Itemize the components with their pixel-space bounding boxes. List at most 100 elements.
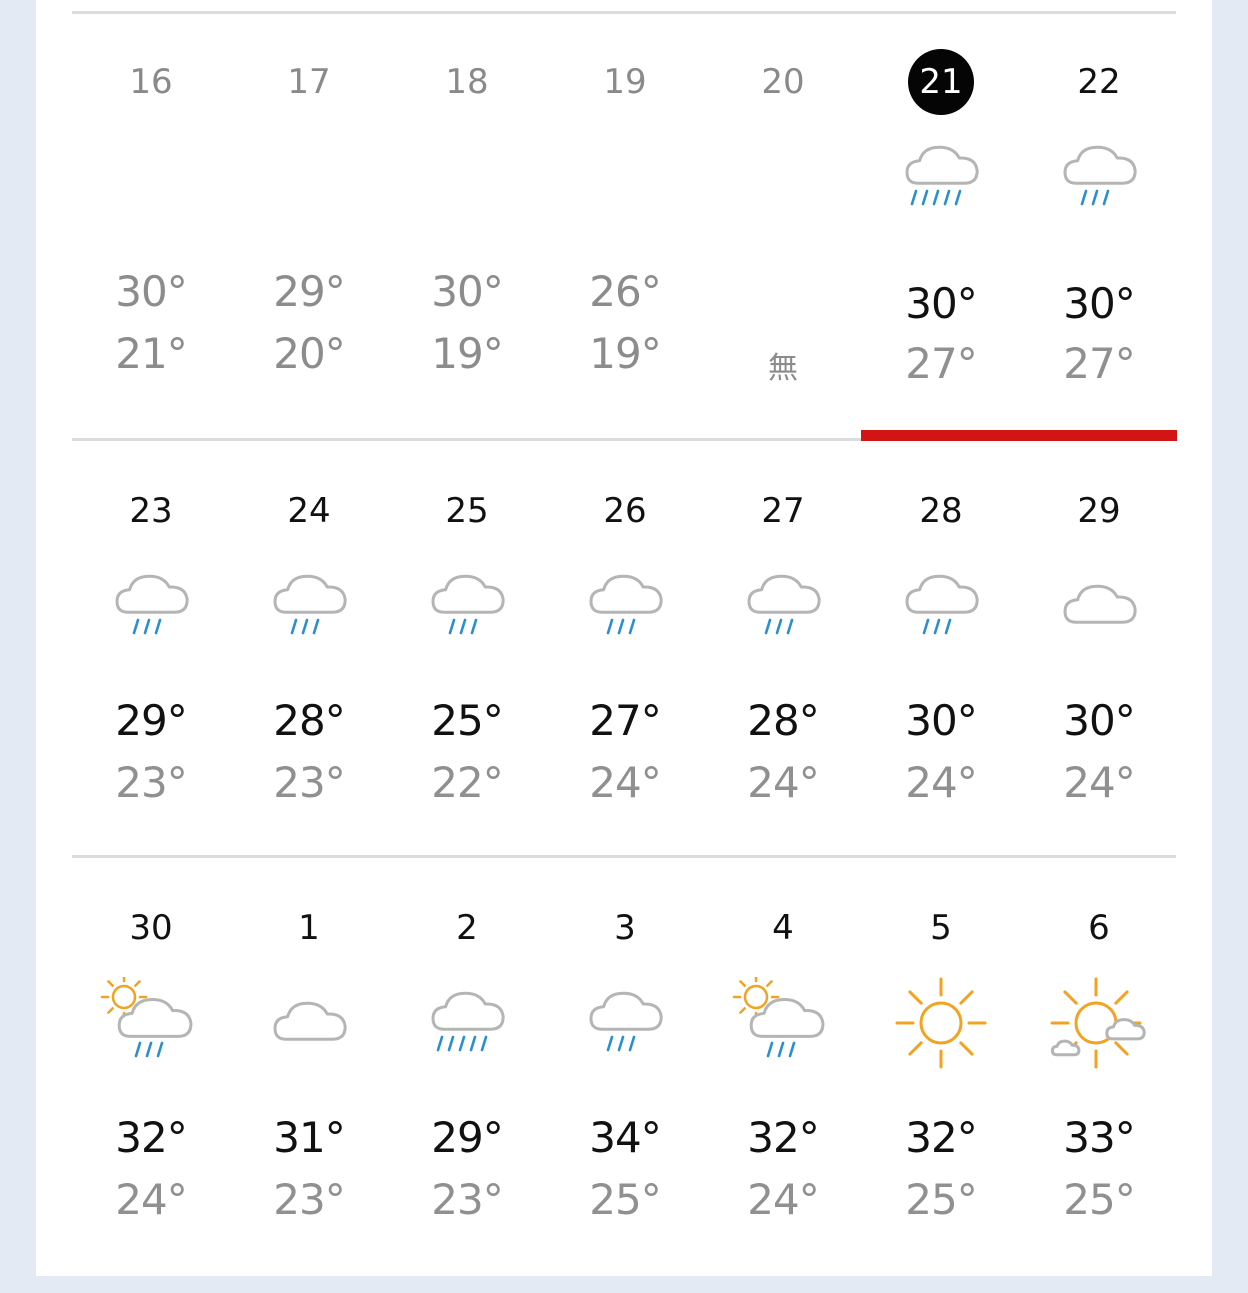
high-temp: 30° <box>905 279 977 328</box>
day-cell[interactable]: 5 32° 25° <box>862 893 1020 1293</box>
sun-cloud-rain-icon <box>728 977 838 1073</box>
day-cell[interactable]: 25 25° 22° <box>388 476 546 876</box>
low-temp: 27° <box>1063 339 1135 388</box>
heavy-rain-icon <box>412 977 522 1073</box>
high-temp: 30° <box>1063 696 1135 745</box>
today-badge: 21 <box>908 49 974 115</box>
sun-icon <box>886 977 996 1073</box>
low-temp: 23° <box>115 758 187 807</box>
low-temp: 27° <box>905 339 977 388</box>
sun-small-clouds-icon <box>1044 977 1154 1073</box>
low-temp: 23° <box>273 758 345 807</box>
day-cell[interactable]: 4 32° 24° <box>704 893 862 1293</box>
sun-cloud-rain-icon <box>96 977 206 1073</box>
day-cell[interactable]: 29 30° 24° <box>1020 476 1178 876</box>
day-date: 2 <box>456 908 478 948</box>
rain-icon <box>728 560 838 656</box>
rain-icon <box>570 977 680 1073</box>
low-temp: 21° <box>115 329 187 378</box>
low-temp: 25° <box>589 1175 661 1224</box>
day-date: 20 <box>761 62 805 102</box>
no-data-label: 無 <box>768 351 798 386</box>
day-date: 27 <box>761 491 805 531</box>
low-temp: 19° <box>589 329 661 378</box>
high-temp: 34° <box>589 1113 661 1162</box>
week-row-3: 30 32° 24° 1 31° 23° 2 29° 23° 3 34° 25°… <box>72 893 1176 1293</box>
day-cell[interactable]: 16 30° 21° <box>72 47 230 447</box>
high-temp: 30° <box>115 267 187 316</box>
day-cell[interactable]: 28 30° 24° <box>862 476 1020 876</box>
high-temp: 26° <box>589 267 661 316</box>
day-date: 1 <box>298 908 320 948</box>
day-date: 5 <box>930 908 952 948</box>
cloud-icon <box>1044 560 1154 656</box>
rain-icon <box>1044 131 1154 227</box>
day-cell[interactable]: 27 28° 24° <box>704 476 862 876</box>
rain-icon <box>412 560 522 656</box>
low-temp: 24° <box>589 758 661 807</box>
high-temp: 28° <box>747 696 819 745</box>
low-temp: 25° <box>1063 1175 1135 1224</box>
day-date: 17 <box>287 62 331 102</box>
day-date: 16 <box>129 62 173 102</box>
heavy-rain-icon <box>886 131 996 227</box>
low-temp: 24° <box>747 1175 819 1224</box>
day-cell[interactable]: 18 30° 19° <box>388 47 546 447</box>
calendar-card: 16 30° 21° 17 29° 20° 18 30° 19° 19 26° … <box>36 0 1212 1276</box>
day-cell[interactable]: 1 31° 23° <box>230 893 388 1293</box>
rain-icon <box>570 560 680 656</box>
rain-icon <box>254 560 364 656</box>
low-temp: 23° <box>431 1175 503 1224</box>
low-temp: 19° <box>431 329 503 378</box>
day-cell[interactable]: 26 27° 24° <box>546 476 704 876</box>
low-temp: 24° <box>115 1175 187 1224</box>
day-date: 23 <box>129 491 173 531</box>
high-temp: 30° <box>1063 279 1135 328</box>
day-cell-today[interactable]: 21 30° 27° <box>862 47 1020 447</box>
low-temp: 22° <box>431 758 503 807</box>
day-date: 22 <box>1077 62 1121 102</box>
day-cell[interactable]: 19 26° 19° <box>546 47 704 447</box>
day-cell[interactable]: 3 34° 25° <box>546 893 704 1293</box>
rain-icon <box>96 560 206 656</box>
day-cell[interactable]: 23 29° 23° <box>72 476 230 876</box>
day-date: 4 <box>772 908 794 948</box>
day-cell[interactable]: 22 30° 27° <box>1020 47 1178 447</box>
day-date: 30 <box>129 908 173 948</box>
day-cell[interactable]: 2 29° 23° <box>388 893 546 1293</box>
high-temp: 29° <box>431 1113 503 1162</box>
high-temp: 29° <box>273 267 345 316</box>
high-temp: 30° <box>905 696 977 745</box>
low-temp: 20° <box>273 329 345 378</box>
high-temp: 30° <box>431 267 503 316</box>
day-cell[interactable]: 20 無 <box>704 47 862 447</box>
day-date: 25 <box>445 491 489 531</box>
day-cell[interactable]: 30 32° 24° <box>72 893 230 1293</box>
day-cell[interactable]: 6 33° 25° <box>1020 893 1178 1293</box>
high-temp: 32° <box>747 1113 819 1162</box>
week-row-1: 16 30° 21° 17 29° 20° 18 30° 19° 19 26° … <box>72 47 1176 447</box>
rain-icon <box>886 560 996 656</box>
day-cell[interactable]: 17 29° 20° <box>230 47 388 447</box>
high-temp: 33° <box>1063 1113 1135 1162</box>
day-date: 28 <box>919 491 963 531</box>
low-temp: 24° <box>905 758 977 807</box>
day-date: 3 <box>614 908 636 948</box>
day-date: 21 <box>862 47 1020 117</box>
top-divider <box>72 11 1176 14</box>
day-date: 24 <box>287 491 331 531</box>
high-temp: 29° <box>115 696 187 745</box>
day-date: 26 <box>603 491 647 531</box>
low-temp: 24° <box>747 758 819 807</box>
high-temp: 25° <box>431 696 503 745</box>
high-temp: 32° <box>905 1113 977 1162</box>
day-cell[interactable]: 24 28° 23° <box>230 476 388 876</box>
cloud-icon <box>254 977 364 1073</box>
day-date: 6 <box>1088 908 1110 948</box>
high-temp: 31° <box>273 1113 345 1162</box>
high-temp: 28° <box>273 696 345 745</box>
day-date: 18 <box>445 62 489 102</box>
day-date: 29 <box>1077 491 1121 531</box>
week-row-2: 23 29° 23° 24 28° 23° 25 25° 22° 26 27° … <box>72 476 1176 876</box>
high-temp: 27° <box>589 696 661 745</box>
